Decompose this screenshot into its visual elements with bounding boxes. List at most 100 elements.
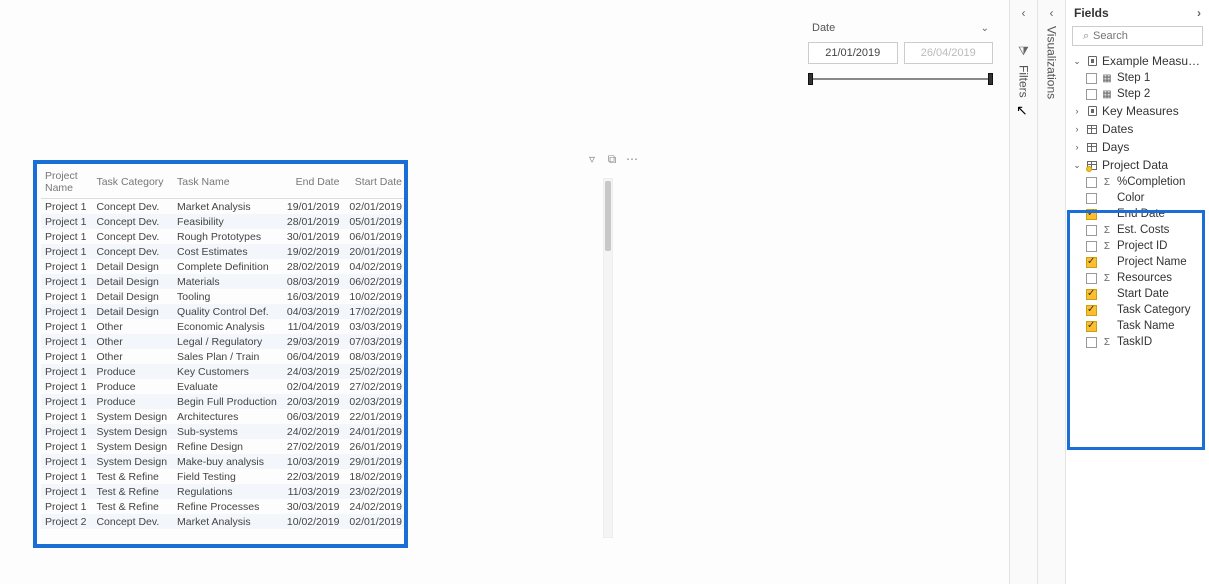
- field-checkbox[interactable]: [1086, 193, 1097, 204]
- table-row[interactable]: Project 1System DesignSub-systems24/02/2…: [41, 424, 408, 439]
- table-row[interactable]: Project 1OtherSales Plan / Train06/04/20…: [41, 349, 408, 364]
- table-row[interactable]: Project 1OtherEconomic Analysis11/04/201…: [41, 319, 408, 334]
- field-item[interactable]: Σ Resources: [1068, 270, 1207, 286]
- field-label: Project Name: [1117, 256, 1203, 268]
- table-row[interactable]: Project 1System DesignRefine Design27/02…: [41, 439, 408, 454]
- field-item[interactable]: Start Date: [1068, 286, 1207, 302]
- table-row[interactable]: Project 1Concept Dev.Market Analysis19/0…: [41, 199, 408, 215]
- field-checkbox[interactable]: [1086, 89, 1097, 100]
- table-row[interactable]: Project 1Detail DesignQuality Control De…: [41, 304, 408, 319]
- chevron-down-icon[interactable]: ⌄: [981, 23, 989, 34]
- table-icon: [1086, 105, 1098, 117]
- column-header[interactable]: End Date: [283, 166, 346, 199]
- field-item[interactable]: Color: [1068, 190, 1207, 206]
- tree-label: Days: [1102, 140, 1203, 154]
- table-row[interactable]: Project 1Test & RefineField Testing22/03…: [41, 469, 408, 484]
- date-slider[interactable]: [808, 70, 993, 88]
- tree-table-node[interactable]: › Dates: [1068, 120, 1207, 138]
- table-row[interactable]: Project 1OtherLegal / Regulatory29/03/20…: [41, 334, 408, 349]
- field-item[interactable]: ▦ Step 2: [1068, 86, 1207, 102]
- scrollbar-thumb[interactable]: [605, 181, 611, 251]
- focus-mode-icon[interactable]: ⧉: [605, 152, 619, 166]
- field-label: End Date: [1117, 208, 1203, 220]
- field-item[interactable]: Σ TaskID: [1068, 334, 1207, 350]
- chevron-left-icon[interactable]: ‹: [1010, 6, 1037, 20]
- field-checkbox[interactable]: [1086, 225, 1097, 236]
- chevron-right-icon[interactable]: ›: [1072, 106, 1082, 116]
- column-header[interactable]: Project Name: [41, 166, 92, 199]
- field-checkbox[interactable]: [1086, 273, 1097, 284]
- field-checkbox[interactable]: [1086, 209, 1097, 220]
- field-item[interactable]: Σ Est. Costs: [1068, 222, 1207, 238]
- field-item[interactable]: ▦ Step 1: [1068, 70, 1207, 86]
- chevron-right-icon[interactable]: ›: [1072, 124, 1082, 134]
- field-checkbox[interactable]: [1086, 241, 1097, 252]
- visualizations-pane-collapsed[interactable]: ‹ Visualizations: [1037, 0, 1065, 584]
- chevron-right-icon[interactable]: ›: [1072, 142, 1082, 152]
- table-visual[interactable]: ▿ ⧉ ⋯ Project NameTask CategoryTask Name…: [33, 154, 613, 554]
- table-row[interactable]: Project 1Test & RefineRegulations11/03/2…: [41, 484, 408, 499]
- field-item[interactable]: Σ %Completion: [1068, 174, 1207, 190]
- field-item[interactable]: Σ Project ID: [1068, 238, 1207, 254]
- filters-pane-collapsed[interactable]: ‹ ⧩ Filters: [1009, 0, 1037, 584]
- fields-search-input[interactable]: [1072, 26, 1203, 46]
- active-dot-icon: [1086, 166, 1092, 172]
- table-row[interactable]: Project 2Concept Dev.Market Analysis10/0…: [41, 514, 408, 529]
- field-item[interactable]: Project Name: [1068, 254, 1207, 270]
- tree-table-node[interactable]: ⌄ Project Data: [1068, 156, 1207, 174]
- field-checkbox[interactable]: [1086, 289, 1097, 300]
- tree-label: Key Measures: [1102, 104, 1203, 118]
- chevron-left-icon[interactable]: ‹: [1038, 6, 1065, 20]
- column-header[interactable]: Task Name: [173, 166, 283, 199]
- field-checkbox[interactable]: [1086, 305, 1097, 316]
- field-label: Task Category: [1117, 304, 1203, 316]
- more-options-icon[interactable]: ⋯: [625, 152, 639, 166]
- field-checkbox[interactable]: [1086, 73, 1097, 84]
- table-row[interactable]: Project 1ProduceBegin Full Production20/…: [41, 394, 408, 409]
- chevron-right-icon[interactable]: ›: [1197, 6, 1201, 20]
- tree-table-node[interactable]: ⌄ Example Measures: [1068, 52, 1207, 70]
- slicer-start-date[interactable]: 21/01/2019: [808, 42, 898, 64]
- table-scrollbar[interactable]: [603, 178, 613, 538]
- slider-thumb-end[interactable]: [988, 73, 993, 85]
- chevron-down-icon[interactable]: ⌄: [1072, 56, 1082, 67]
- table-icon: [1086, 55, 1098, 67]
- tree-table-node[interactable]: › Days: [1068, 138, 1207, 156]
- table-row[interactable]: Project 1Detail DesignTooling16/03/20191…: [41, 289, 408, 304]
- field-label: Start Date: [1117, 288, 1203, 300]
- field-label: Est. Costs: [1117, 224, 1203, 236]
- table-row[interactable]: Project 1Detail DesignMaterials08/03/201…: [41, 274, 408, 289]
- field-item[interactable]: Task Name: [1068, 318, 1207, 334]
- slider-thumb-start[interactable]: [808, 73, 813, 85]
- tree-label: Example Measures: [1102, 54, 1203, 68]
- field-label: Project ID: [1117, 240, 1203, 252]
- field-label: Resources: [1117, 272, 1203, 284]
- tree-label: Project Data: [1102, 158, 1203, 172]
- field-checkbox[interactable]: [1086, 337, 1097, 348]
- table-row[interactable]: Project 1Concept Dev.Cost Estimates19/02…: [41, 244, 408, 259]
- field-item[interactable]: Task Category: [1068, 302, 1207, 318]
- slicer-title: Date: [812, 22, 835, 34]
- column-header[interactable]: Start Date: [345, 166, 408, 199]
- filter-icon[interactable]: ▿: [585, 152, 599, 166]
- date-slicer[interactable]: Date ⌄ 21/01/2019 26/04/2019: [808, 20, 993, 88]
- table-row[interactable]: Project 1Test & RefineRefine Processes30…: [41, 499, 408, 514]
- column-header[interactable]: Task Category: [92, 166, 173, 199]
- field-item[interactable]: End Date: [1068, 206, 1207, 222]
- sigma-icon: Σ: [1102, 177, 1112, 188]
- table-row[interactable]: Project 1ProduceKey Customers24/03/20192…: [41, 364, 408, 379]
- table-row[interactable]: Project 1System DesignArchitectures06/03…: [41, 409, 408, 424]
- table-row[interactable]: Project 1Concept Dev.Rough Prototypes30/…: [41, 229, 408, 244]
- report-canvas[interactable]: Date ⌄ 21/01/2019 26/04/2019 ▿ ⧉ ⋯ Proje…: [0, 0, 1009, 584]
- table-row[interactable]: Project 1ProduceEvaluate02/04/201927/02/…: [41, 379, 408, 394]
- chevron-down-icon[interactable]: ⌄: [1072, 160, 1082, 171]
- tree-table-node[interactable]: › Key Measures: [1068, 102, 1207, 120]
- measure-icon: ▦: [1102, 73, 1112, 84]
- field-checkbox[interactable]: [1086, 321, 1097, 332]
- field-checkbox[interactable]: [1086, 257, 1097, 268]
- table-row[interactable]: Project 1System DesignMake-buy analysis1…: [41, 454, 408, 469]
- table-row[interactable]: Project 1Detail DesignComplete Definitio…: [41, 259, 408, 274]
- slicer-end-date[interactable]: 26/04/2019: [904, 42, 994, 64]
- field-checkbox[interactable]: [1086, 177, 1097, 188]
- table-row[interactable]: Project 1Concept Dev.Feasibility28/01/20…: [41, 214, 408, 229]
